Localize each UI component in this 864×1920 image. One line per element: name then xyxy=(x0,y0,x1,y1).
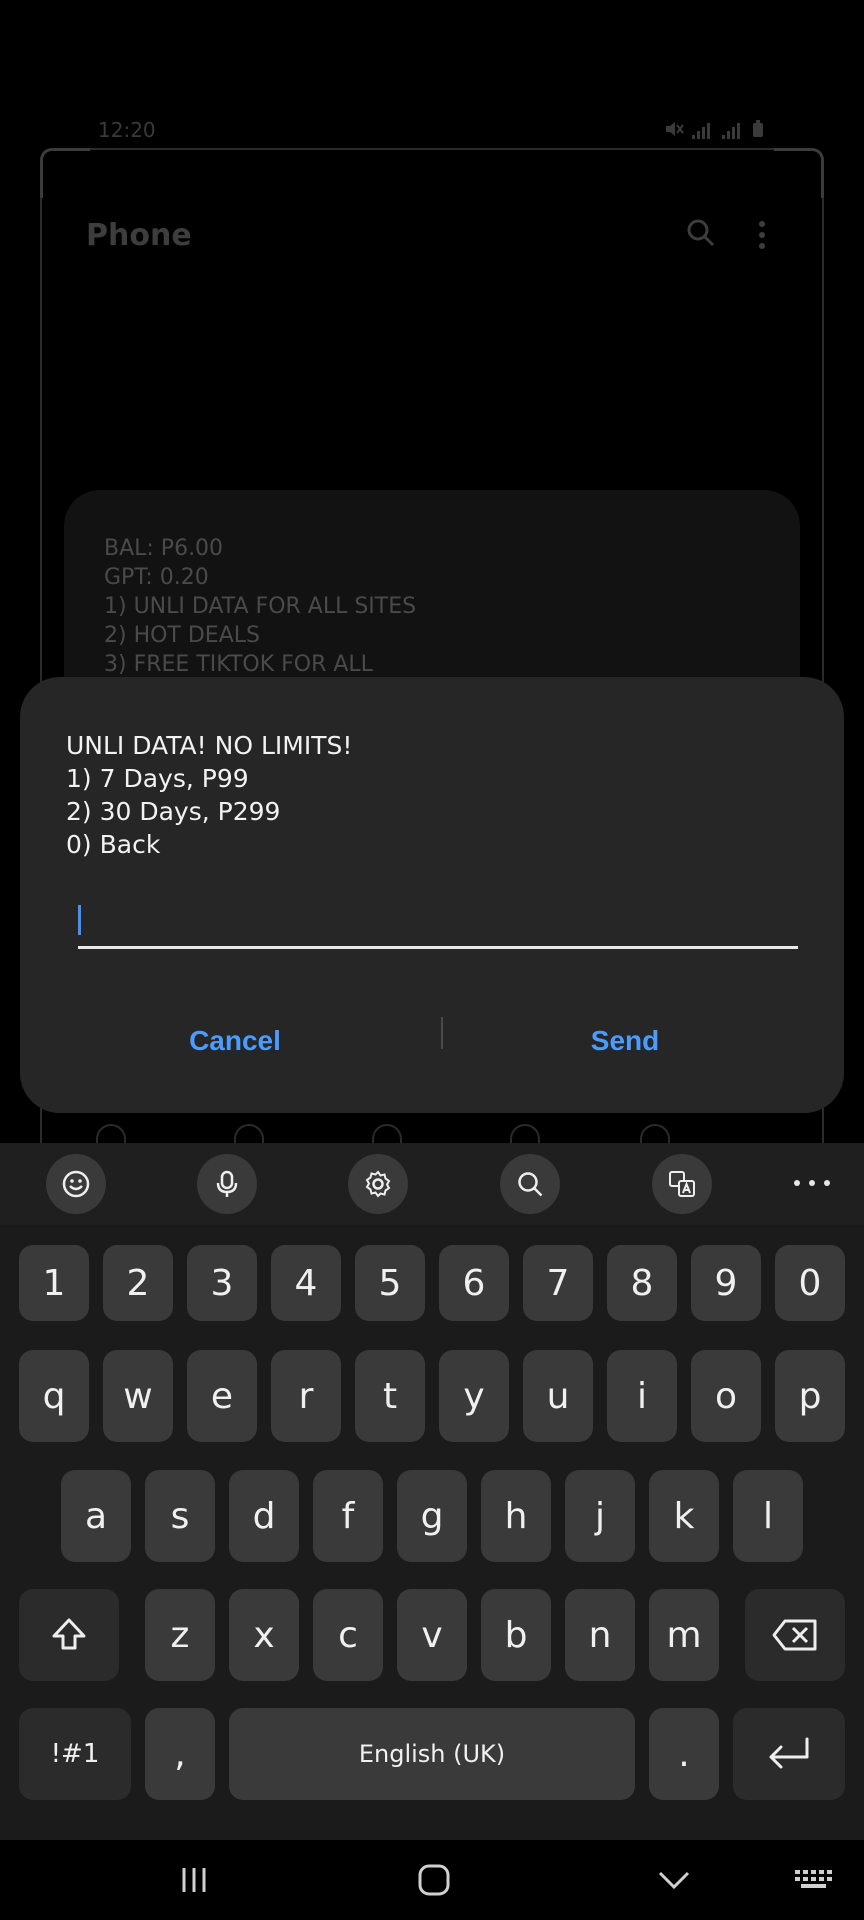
key-b[interactable]: b xyxy=(481,1589,551,1681)
key-n[interactable]: n xyxy=(565,1589,635,1681)
key-r[interactable]: r xyxy=(271,1350,341,1442)
mute-icon xyxy=(664,120,684,142)
key-u[interactable]: u xyxy=(523,1350,593,1442)
keyboard: 1 2 3 4 5 6 7 8 9 0 q w e r t y u i o p … xyxy=(0,1143,864,1920)
key-y[interactable]: y xyxy=(439,1350,509,1442)
message-line: 2) 30 Days, P299 xyxy=(66,797,281,826)
shift-key[interactable] xyxy=(19,1589,119,1681)
key-q[interactable]: q xyxy=(19,1350,89,1442)
backspace-key[interactable] xyxy=(745,1589,845,1681)
key-8[interactable]: 8 xyxy=(607,1245,677,1321)
more-icon[interactable] xyxy=(794,1168,830,1198)
enter-icon xyxy=(769,1737,809,1769)
navigation-bar xyxy=(0,1840,864,1920)
key-e[interactable]: e xyxy=(187,1350,257,1442)
key-2[interactable]: 2 xyxy=(103,1245,173,1321)
key-f[interactable]: f xyxy=(313,1470,383,1562)
message-line: 0) Back xyxy=(66,830,161,859)
key-o[interactable]: o xyxy=(691,1350,761,1442)
reply-input[interactable] xyxy=(78,899,798,949)
cancel-button[interactable]: Cancel xyxy=(60,1011,410,1071)
key-l[interactable]: l xyxy=(733,1470,803,1562)
key-k[interactable]: k xyxy=(649,1470,719,1562)
card-line: GPT: 0.20 xyxy=(104,565,209,590)
more-vert-icon xyxy=(758,220,766,250)
key-h[interactable]: h xyxy=(481,1470,551,1562)
space-key[interactable]: English (UK) xyxy=(229,1708,635,1800)
key-3[interactable]: 3 xyxy=(187,1245,257,1321)
key-x[interactable]: x xyxy=(229,1589,299,1681)
period-key[interactable]: . xyxy=(649,1708,719,1800)
send-button[interactable]: Send xyxy=(450,1011,800,1071)
settings-icon[interactable] xyxy=(348,1154,408,1214)
ussd-message: UNLI DATA! NO LIMITS! 1) 7 Days, P99 2) … xyxy=(66,729,352,861)
message-line: 1) 7 Days, P99 xyxy=(66,764,249,793)
comma-key[interactable]: , xyxy=(145,1708,215,1800)
message-line: UNLI DATA! NO LIMITS! xyxy=(66,731,353,760)
key-9[interactable]: 9 xyxy=(691,1245,761,1321)
recent-apps-icon[interactable] xyxy=(176,1862,212,1898)
key-p[interactable]: p xyxy=(775,1350,845,1442)
battery-icon xyxy=(752,120,764,142)
key-d[interactable]: d xyxy=(229,1470,299,1562)
key-7[interactable]: 7 xyxy=(523,1245,593,1321)
button-divider xyxy=(441,1017,443,1049)
key-4[interactable]: 4 xyxy=(271,1245,341,1321)
key-5[interactable]: 5 xyxy=(355,1245,425,1321)
key-s[interactable]: s xyxy=(145,1470,215,1562)
key-j[interactable]: j xyxy=(565,1470,635,1562)
hide-keyboard-icon[interactable] xyxy=(656,1862,692,1898)
home-icon[interactable] xyxy=(416,1862,452,1898)
key-g[interactable]: g xyxy=(397,1470,467,1562)
search-icon xyxy=(686,218,716,248)
key-z[interactable]: z xyxy=(145,1589,215,1681)
key-m[interactable]: m xyxy=(649,1589,719,1681)
card-line: 3) FREE TIKTOK FOR ALL xyxy=(104,652,373,677)
ussd-dialog: UNLI DATA! NO LIMITS! 1) 7 Days, P99 2) … xyxy=(20,677,844,1113)
text-cursor xyxy=(78,905,81,935)
key-a[interactable]: a xyxy=(61,1470,131,1562)
backspace-icon xyxy=(772,1619,817,1651)
keyboard-toolbar xyxy=(0,1143,864,1225)
key-0[interactable]: 0 xyxy=(775,1245,845,1321)
card-line: BAL: P6.00 xyxy=(104,536,224,561)
card-line: 2) HOT DEALS xyxy=(104,623,260,648)
key-w[interactable]: w xyxy=(103,1350,173,1442)
keyboard-switch-icon[interactable] xyxy=(792,1862,836,1898)
microphone-icon[interactable] xyxy=(197,1154,257,1214)
signal-icon xyxy=(692,123,714,139)
key-v[interactable]: v xyxy=(397,1589,467,1681)
key-1[interactable]: 1 xyxy=(19,1245,89,1321)
signal-icon-2 xyxy=(722,123,744,139)
status-time: 12:20 xyxy=(98,118,156,142)
translate-icon[interactable] xyxy=(652,1154,712,1214)
search-icon[interactable] xyxy=(500,1154,560,1214)
card-line: 1) UNLI DATA FOR ALL SITES xyxy=(104,594,417,619)
enter-key[interactable] xyxy=(733,1708,845,1800)
app-title: Phone xyxy=(86,218,192,253)
emoji-icon[interactable] xyxy=(46,1154,106,1214)
key-i[interactable]: i xyxy=(607,1350,677,1442)
shift-icon xyxy=(52,1618,86,1650)
key-t[interactable]: t xyxy=(355,1350,425,1442)
key-c[interactable]: c xyxy=(313,1589,383,1681)
status-bar: 12:20 xyxy=(0,118,864,146)
symbols-key[interactable]: !#1 xyxy=(19,1708,131,1800)
key-6[interactable]: 6 xyxy=(439,1245,509,1321)
